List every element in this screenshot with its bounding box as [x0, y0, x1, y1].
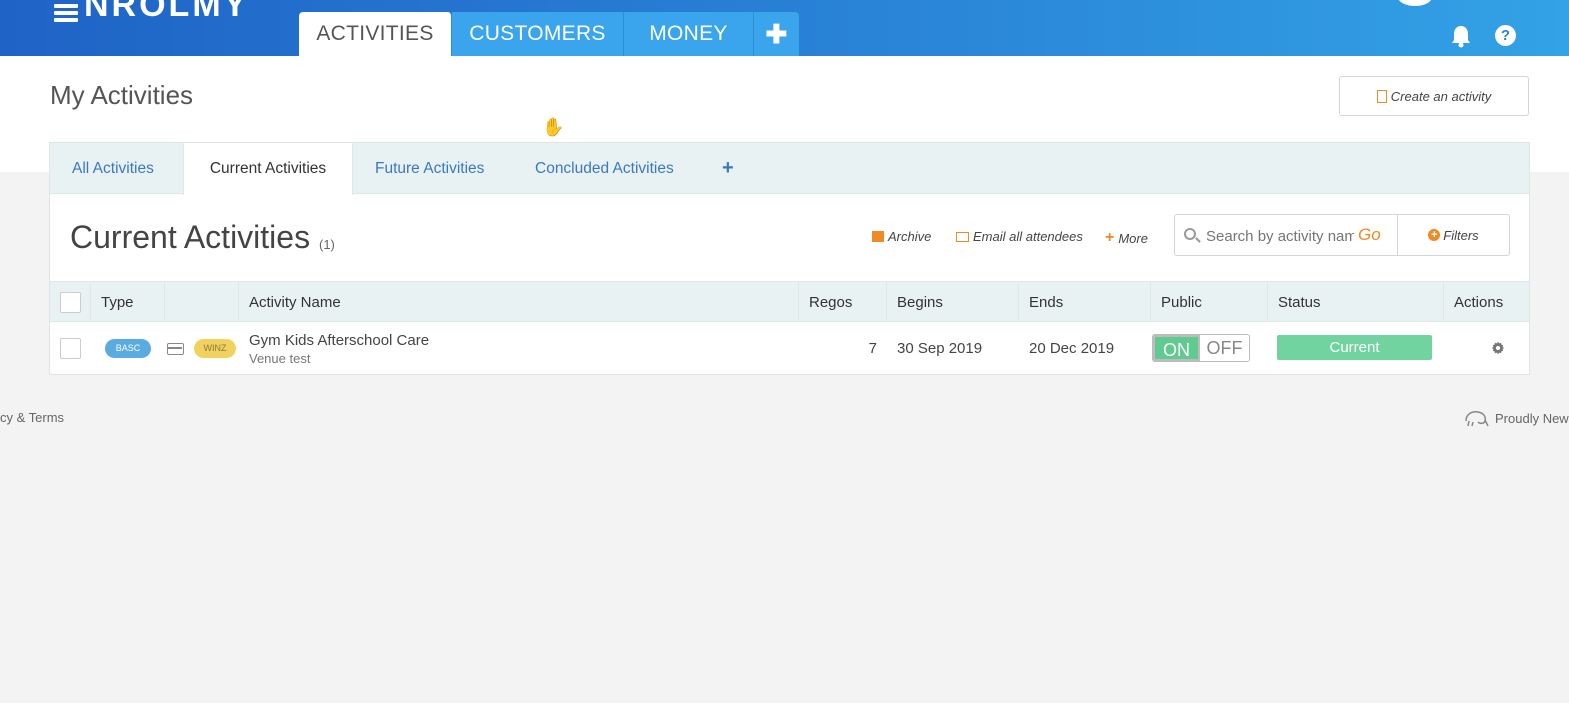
status-badge: Current [1277, 335, 1432, 360]
main-tabs: ACTIVITIES CUSTOMERS MONEY ✚ [299, 12, 799, 56]
ends-cell: 20 Dec 2019 [1029, 340, 1115, 357]
public-toggle[interactable]: ON OFF [1152, 334, 1250, 362]
tab-concluded-activities[interactable]: Concluded Activities [535, 143, 674, 194]
create-activity-button[interactable]: Create an activity [1339, 76, 1529, 116]
footer-tagline: Proudly New [1463, 409, 1569, 427]
create-activity-label: Create an activity [1390, 88, 1492, 104]
search-icon [1184, 228, 1196, 240]
privacy-terms-link[interactable]: cy & Terms [0, 410, 64, 425]
toggle-on[interactable]: ON [1153, 335, 1201, 361]
kiwi-icon [1465, 411, 1489, 427]
activity-name-cell: Gym Kids Afterschool Care Venue test [249, 322, 429, 375]
regos-cell[interactable]: 7 [799, 322, 877, 375]
envelope-icon [956, 231, 969, 242]
tab-all-activities[interactable]: All Activities [72, 143, 154, 194]
activity-filter-tabs: All Activities Current Activities Future… [50, 143, 1529, 195]
credit-card-icon [167, 342, 184, 355]
funding-badge: WINZ [194, 339, 236, 358]
venue-label: Venue test [249, 350, 311, 366]
activities-panel: All Activities Current Activities Future… [49, 142, 1530, 375]
header-status[interactable]: Status [1268, 282, 1444, 322]
help-icon[interactable]: ? [1495, 25, 1516, 46]
filters-button[interactable]: + Filters [1397, 215, 1509, 255]
document-icon [1376, 89, 1387, 103]
header-type[interactable]: Type [91, 282, 165, 322]
filters-label: Filters [1443, 227, 1479, 243]
footer-tagline-text: Proudly New [1495, 410, 1569, 426]
table-header: Type Activity Name Regos Begins Ends Pub… [50, 281, 1529, 322]
header-ends[interactable]: Ends [1019, 282, 1151, 322]
tab-activities[interactable]: ACTIVITIES [299, 12, 452, 56]
bell-icon[interactable] [1450, 24, 1472, 48]
table-row[interactable]: BASC WINZ Gym Kids Afterschool Care Venu… [50, 322, 1529, 375]
begins-cell: 30 Sep 2019 [897, 340, 983, 357]
tab-customers[interactable]: CUSTOMERS [452, 12, 624, 56]
add-tab-button[interactable]: ✚ [754, 12, 799, 56]
logo-mark[interactable] [54, 4, 78, 22]
header-regos[interactable]: Regos [799, 282, 887, 322]
payment-cell [167, 322, 184, 375]
email-attendees-button[interactable]: Email all attendees [956, 229, 1083, 244]
tab-money[interactable]: MONEY [624, 12, 754, 56]
app-logo[interactable]: NROLMY [84, 0, 249, 25]
select-all-checkbox[interactable] [59, 291, 81, 313]
archive-icon [872, 231, 884, 242]
header-begins[interactable]: Begins [887, 282, 1019, 322]
tab-future-activities[interactable]: Future Activities [375, 143, 484, 194]
email-attendees-label: Email all attendees [973, 229, 1083, 244]
search-input[interactable] [1206, 225, 1354, 247]
tab-current-activities[interactable]: Current Activities [183, 143, 353, 195]
header-activity-name[interactable]: Activity Name [239, 282, 799, 322]
header-blank [165, 282, 239, 322]
more-button[interactable]: + More [1105, 229, 1148, 247]
gear-icon[interactable] [1491, 341, 1505, 355]
row-select-cell [60, 322, 81, 375]
type-cell: BASC [105, 322, 151, 375]
go-button[interactable]: Go [1358, 225, 1381, 245]
top-navigation-bar: NROLMY ACTIVITIES CUSTOMERS MONEY ✚ ? [0, 0, 1569, 56]
header-actions: Actions [1454, 293, 1504, 311]
type-badge: BASC [105, 339, 151, 358]
avatar[interactable] [1398, 0, 1432, 6]
archive-label: Archive [888, 229, 932, 244]
header-public[interactable]: Public [1151, 282, 1268, 322]
page-title: My Activities [50, 80, 194, 110]
archive-button[interactable]: Archive [872, 229, 931, 244]
activity-name-link[interactable]: Gym Kids Afterschool Care [249, 332, 429, 349]
section-title: Current Activities [70, 219, 311, 255]
select-all-cell [50, 282, 91, 322]
plus-icon: + [1105, 229, 1115, 246]
more-label: More [1118, 230, 1148, 246]
row-checkbox[interactable] [60, 338, 81, 359]
add-filter-tab-button[interactable]: + [722, 143, 734, 194]
toggle-off[interactable]: OFF [1200, 335, 1249, 361]
plus-circle-icon: + [1428, 229, 1441, 241]
funding-cell: WINZ [194, 322, 236, 375]
search-box: Go + Filters [1174, 214, 1510, 256]
hand-cursor-icon: ✋ [542, 117, 565, 137]
activity-count: (1) [319, 237, 335, 252]
